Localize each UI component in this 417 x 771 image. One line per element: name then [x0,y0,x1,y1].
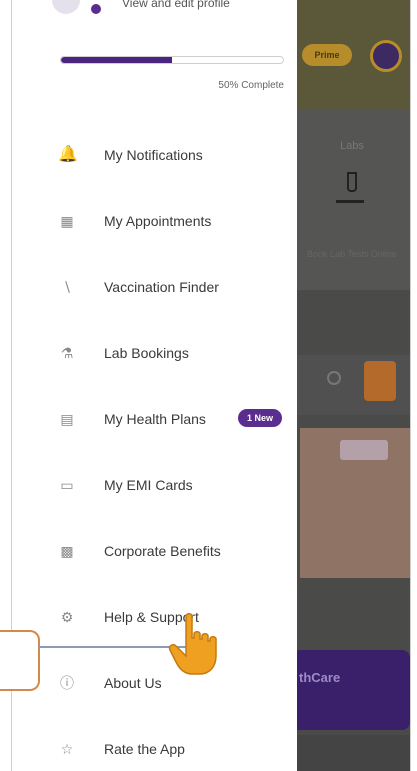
card-icon: ▭ [60,477,74,493]
pointing-hand-cursor-icon [168,613,217,675]
background-search-row [294,355,410,415]
lab-flask-icon: ⚗ [60,345,74,361]
menu-item-emi-cards[interactable]: ▭ My EMI Cards [12,452,297,518]
prime-badge: Prime [302,44,352,66]
menu-item-rate-app[interactable]: ☆ Rate the App [12,716,297,771]
labs-card: Labs Book Lab Tests Online [294,110,410,290]
menu-item-notifications[interactable]: 🔔 My Notifications [12,122,297,188]
search-icon [327,371,341,385]
highlight-underline [38,646,186,648]
health-plan-icon: ▤ [60,411,74,427]
menu-item-label: Vaccination Finder [104,279,219,295]
help-icon: ⚙ [60,609,74,625]
menu-item-appointments[interactable]: ▦ My Appointments [12,188,297,254]
menu-item-label: My EMI Cards [104,477,193,493]
banner-tag [340,440,388,460]
menu-item-label: Rate the App [104,741,185,757]
new-badge: 1 New [238,409,282,427]
menu-item-label: My Health Plans [104,411,206,427]
profile-row[interactable]: View and edit profile [52,0,292,20]
background-action-button [364,361,396,401]
menu-item-label: My Appointments [104,213,212,229]
navigation-drawer: View and edit profile 50% Complete 🔔 My … [12,0,297,771]
menu-item-label: About Us [104,675,162,691]
view-edit-profile-link[interactable]: View and edit profile [122,0,230,10]
syringe-icon: ∖ [62,279,72,295]
background-bottom-row [287,735,410,771]
profile-edit-dot-icon [89,2,103,16]
corporate-icon: ▩ [60,543,74,559]
menu-item-corporate-benefits[interactable]: ▩ Corporate Benefits [12,518,297,584]
highlight-callout-box [0,630,40,691]
menu-item-about-us[interactable]: ⓘ About Us [12,650,297,716]
menu-item-label: Lab Bookings [104,345,189,361]
background-promo-card: thCare [287,650,410,730]
profile-progress-label: 50% Complete [218,80,284,91]
bell-icon: 🔔 [58,146,78,163]
menu-item-vaccination-finder[interactable]: ∖ Vaccination Finder [12,254,297,320]
menu-item-label: My Notifications [104,147,203,163]
appointments-icon: ▦ [60,213,74,229]
profile-progress-bar [60,56,284,64]
menu-item-health-plans[interactable]: ▤ My Health Plans 1 New [12,386,297,452]
star-icon: ☆ [60,741,74,757]
profile-avatar [52,0,80,14]
labs-card-title: Labs [340,140,364,152]
promo-card-text: thCare [299,670,341,685]
lab-microscope-icon [336,170,364,203]
labs-card-subtitle: Book Lab Tests Online [307,249,397,259]
profile-progress-fill [61,57,172,63]
menu-item-help-support[interactable]: ⚙ Help & Support [12,584,297,650]
info-icon: ⓘ [60,675,74,691]
background-banner [300,428,410,578]
menu-item-lab-bookings[interactable]: ⚗ Lab Bookings [12,320,297,386]
menu-item-label: Corporate Benefits [104,543,221,559]
drawer-menu: 🔔 My Notifications ▦ My Appointments ∖ V… [12,122,297,771]
user-avatar [370,40,402,72]
